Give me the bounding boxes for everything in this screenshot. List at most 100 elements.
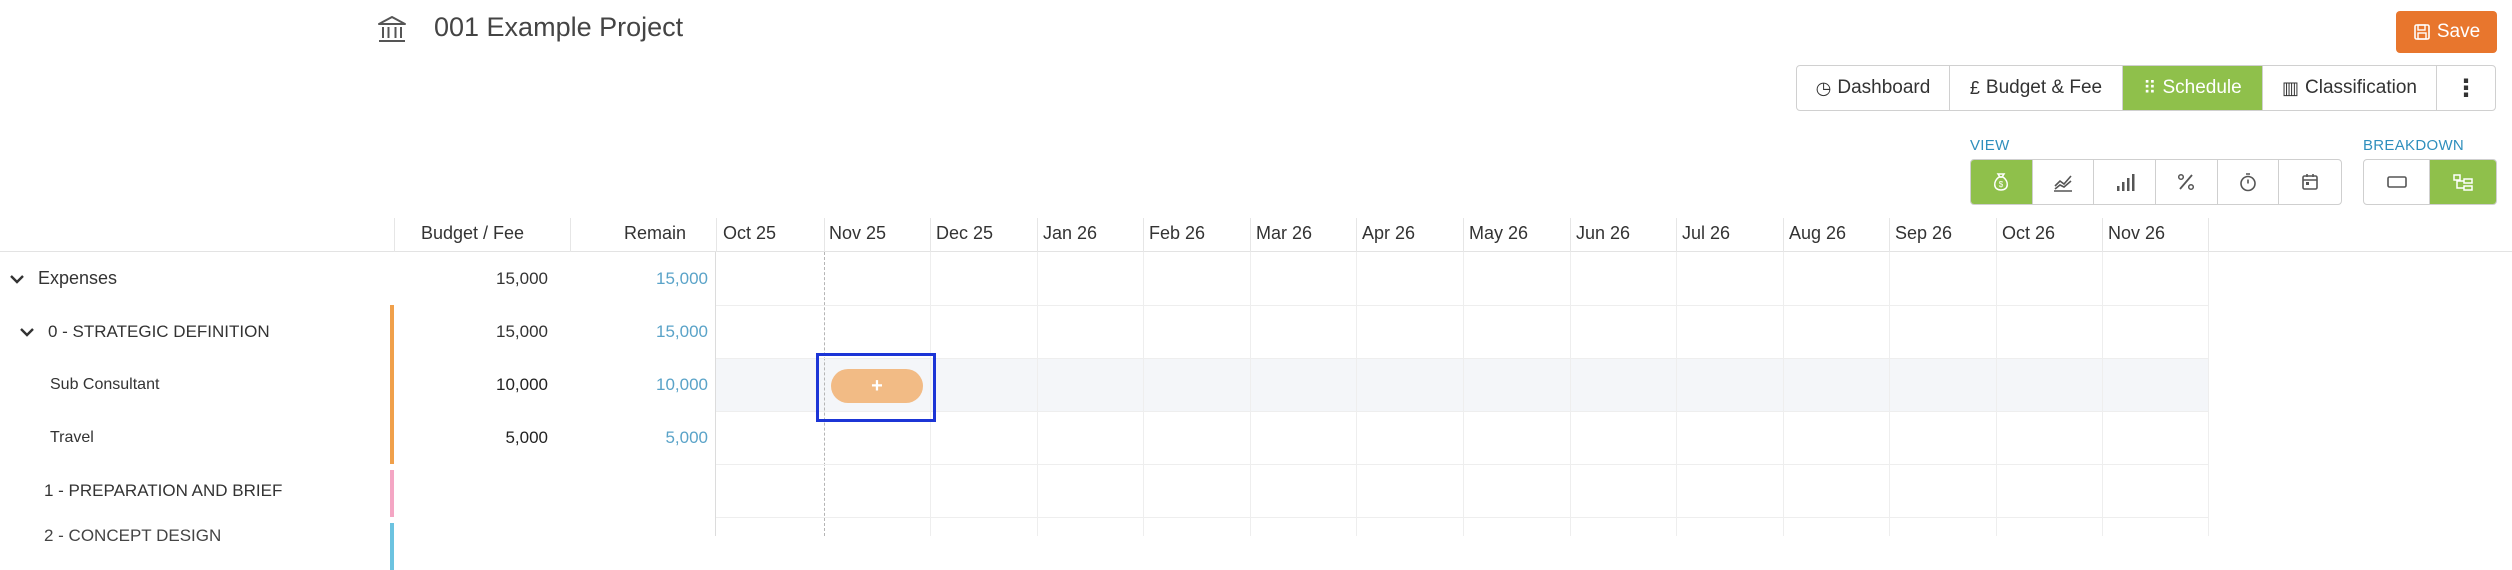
header-divider xyxy=(1143,218,1144,252)
chevron-down-icon[interactable] xyxy=(8,270,26,288)
more-options-button[interactable]: ⋮ xyxy=(2437,66,2495,110)
header-divider xyxy=(570,218,571,252)
stage-color-bar xyxy=(390,523,394,570)
breakdown-flat-button[interactable] xyxy=(2364,160,2430,204)
grid-line xyxy=(1889,252,1890,536)
calendar-icon xyxy=(2302,174,2318,190)
line-chart-icon xyxy=(2054,175,2072,192)
month-header: May 26 xyxy=(1469,223,1529,243)
stage-color-bar xyxy=(390,411,394,464)
view-bars-button[interactable] xyxy=(2094,160,2157,204)
row-remain: 15,000 xyxy=(656,269,708,288)
row-remain: 10,000 xyxy=(656,375,708,394)
bar-chart-icon xyxy=(2116,174,2135,191)
month-header: Nov 25 xyxy=(829,223,887,243)
grid-line xyxy=(2102,252,2103,536)
month-header: Dec 25 xyxy=(936,223,994,243)
grid-row-line xyxy=(716,517,2208,518)
table-row[interactable]: 1 - PREPARATION AND BRIEF xyxy=(0,464,2512,517)
table-row[interactable]: Travel 5,000 5,000 xyxy=(0,411,2512,464)
grid-line xyxy=(1463,252,1464,536)
grid-row-line xyxy=(716,464,2208,465)
grid-line xyxy=(1783,252,1784,536)
month-header: Nov 26 xyxy=(2108,223,2166,243)
main-tabbar: ◷ Dashboard £ Budget & Fee ⠿ Schedule ▥ … xyxy=(1796,65,2496,111)
row-remain: 5,000 xyxy=(665,428,708,447)
money-bag-icon: $ xyxy=(1994,173,2009,191)
month-header: Oct 25 xyxy=(723,223,777,243)
month-header: Mar 26 xyxy=(1256,223,1313,243)
tab-classification[interactable]: ▥ Classification xyxy=(2263,66,2437,110)
month-header: Aug 26 xyxy=(1789,223,1847,243)
breakdown-tree-button[interactable] xyxy=(2430,160,2496,204)
grid-line xyxy=(1356,252,1357,536)
header-divider xyxy=(1463,218,1464,252)
month-header: Jun 26 xyxy=(1576,223,1631,243)
stopwatch-icon xyxy=(2240,173,2256,192)
tree-structure-icon xyxy=(2453,174,2473,191)
tab-budget-fee[interactable]: £ Budget & Fee xyxy=(1950,66,2123,110)
dashboard-icon: ◷ xyxy=(1815,77,1832,98)
table-row[interactable]: 0 - STRATEGIC DEFINITION 15,000 15,000 xyxy=(0,305,2512,358)
header-divider xyxy=(2102,218,2103,252)
month-header: Apr 26 xyxy=(1362,223,1416,243)
floppy-disk-icon xyxy=(2414,24,2430,40)
header-divider xyxy=(1996,218,1997,252)
stage-color-bar xyxy=(390,305,394,358)
row-budget: 15,000 xyxy=(496,322,548,341)
chevron-down-icon[interactable] xyxy=(18,323,36,341)
header-divider xyxy=(1570,218,1571,252)
stage-color-bar xyxy=(390,470,394,517)
row-budget: 15,000 xyxy=(496,269,548,288)
header-divider xyxy=(930,218,931,252)
grid-row-line xyxy=(716,411,2208,412)
view-button-group: $ xyxy=(1970,159,2342,205)
view-percent-button[interactable] xyxy=(2156,160,2218,204)
month-header: Jan 26 xyxy=(1043,223,1098,243)
grid-line xyxy=(1250,252,1251,536)
add-schedule-button[interactable]: + xyxy=(831,369,923,403)
grid-line xyxy=(1143,252,1144,536)
table-row[interactable]: Expenses 15,000 15,000 xyxy=(0,252,2512,305)
header-divider xyxy=(394,218,395,252)
tab-label: Classification xyxy=(2305,77,2417,98)
column-header-remain: Remain xyxy=(624,223,687,243)
view-timer-button[interactable] xyxy=(2218,160,2280,204)
tab-schedule[interactable]: ⠿ Schedule xyxy=(2123,66,2263,110)
column-header-budget: Budget / Fee xyxy=(421,223,525,243)
table-row[interactable]: Sub Consultant 10,000 10,000 xyxy=(0,358,2512,411)
save-button[interactable]: Save xyxy=(2396,11,2497,53)
view-trend-button[interactable] xyxy=(2033,160,2095,204)
more-vertical-icon: ⋮ xyxy=(2454,74,2478,102)
breakdown-label: BREAKDOWN xyxy=(2363,137,2465,154)
row-budget: 10,000 xyxy=(496,375,548,394)
grid-row-line xyxy=(716,305,2208,306)
grid-line xyxy=(1570,252,1571,536)
row-label-text: Expenses xyxy=(38,268,118,288)
grid-header: Budget / Fee Remain Oct 25 Nov 25 Dec 25… xyxy=(0,218,2512,252)
row-label: Expenses xyxy=(8,252,117,305)
tab-label: Budget & Fee xyxy=(1985,77,2103,98)
grid-line xyxy=(2208,252,2209,536)
header-divider xyxy=(1676,218,1677,252)
row-remain: 15,000 xyxy=(656,322,708,341)
view-calendar-button[interactable] xyxy=(2279,160,2341,204)
svg-text:$: $ xyxy=(1999,180,2004,189)
row-budget: 5,000 xyxy=(505,428,548,447)
grid-line xyxy=(1996,252,1997,536)
tab-label: Schedule xyxy=(2162,77,2242,98)
table-row[interactable]: 2 - CONCEPT DESIGN xyxy=(0,517,2512,570)
grid-line xyxy=(1037,252,1038,536)
header-divider xyxy=(1250,218,1251,252)
header-divider xyxy=(1037,218,1038,252)
row-label: Travel xyxy=(50,428,94,446)
row-label: Sub Consultant xyxy=(50,375,160,393)
tab-dashboard[interactable]: ◷ Dashboard xyxy=(1797,66,1950,110)
percent-icon xyxy=(2178,173,2195,191)
row-highlight xyxy=(716,358,2208,411)
view-money-button[interactable]: $ xyxy=(1971,160,2033,204)
pound-icon: £ xyxy=(1969,77,1980,98)
month-header: Sep 26 xyxy=(1895,223,1953,243)
row-label-text: 0 - STRATEGIC DEFINITION xyxy=(48,321,270,341)
bank-icon xyxy=(378,16,406,42)
